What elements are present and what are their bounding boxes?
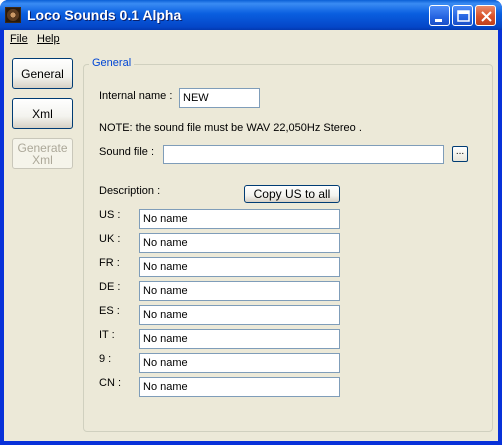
group-title: General bbox=[89, 57, 135, 69]
description-code: DE : bbox=[99, 281, 121, 293]
description-input[interactable]: No name bbox=[139, 329, 340, 349]
menu-bar: File Help bbox=[4, 30, 498, 49]
description-code: US : bbox=[99, 209, 121, 221]
generate-xml-button[interactable]: Generate Xml bbox=[12, 138, 73, 169]
sound-file-label: Sound file : bbox=[99, 146, 155, 158]
description-input[interactable]: No name bbox=[139, 233, 340, 253]
minimize-icon bbox=[435, 19, 442, 22]
menu-help-label: Help bbox=[37, 33, 60, 45]
copy-us-to-all-button[interactable]: Copy US to all bbox=[244, 185, 340, 203]
app-icon[interactable] bbox=[5, 7, 21, 23]
menu-help[interactable]: Help bbox=[35, 32, 62, 46]
description-input[interactable]: No name bbox=[139, 305, 340, 325]
menu-file-label: File bbox=[10, 33, 28, 45]
close-icon bbox=[481, 11, 492, 22]
window-title: Loco Sounds 0.1 Alpha bbox=[27, 7, 182, 23]
description-input[interactable]: No name bbox=[139, 209, 340, 229]
maximize-button[interactable] bbox=[452, 5, 473, 26]
internal-name-input[interactable]: NEW bbox=[179, 88, 260, 108]
wav-note: NOTE: the sound file must be WAV 22,050H… bbox=[99, 122, 362, 134]
close-button[interactable] bbox=[475, 5, 496, 26]
maximize-icon bbox=[457, 10, 470, 22]
window-frame-right bbox=[498, 30, 502, 445]
description-code: FR : bbox=[99, 257, 120, 269]
window-frame-bottom bbox=[0, 441, 502, 445]
menu-file[interactable]: File bbox=[8, 32, 30, 46]
xml-button[interactable]: Xml bbox=[12, 98, 73, 129]
title-bar[interactable]: Loco Sounds 0.1 Alpha bbox=[0, 0, 502, 30]
general-button[interactable]: General bbox=[12, 58, 73, 89]
description-input[interactable]: No name bbox=[139, 281, 340, 301]
app-window: Loco Sounds 0.1 Alpha File Help General … bbox=[0, 0, 502, 445]
minimize-button[interactable] bbox=[429, 5, 450, 26]
description-code: 9 : bbox=[99, 353, 112, 365]
client-area: File Help General Xml Generate Xml Gener… bbox=[4, 30, 498, 441]
description-input[interactable]: No name bbox=[139, 257, 340, 277]
description-input[interactable]: No name bbox=[139, 353, 340, 373]
description-code: CN : bbox=[99, 377, 121, 389]
description-label: Description : bbox=[99, 185, 161, 197]
internal-name-label: Internal name : bbox=[99, 90, 173, 102]
description-input[interactable]: No name bbox=[139, 377, 340, 397]
description-code: IT : bbox=[99, 329, 115, 341]
description-code: ES : bbox=[99, 305, 120, 317]
browse-button[interactable]: ... bbox=[452, 146, 468, 162]
description-code: UK : bbox=[99, 233, 121, 245]
sound-file-input[interactable] bbox=[163, 145, 444, 164]
